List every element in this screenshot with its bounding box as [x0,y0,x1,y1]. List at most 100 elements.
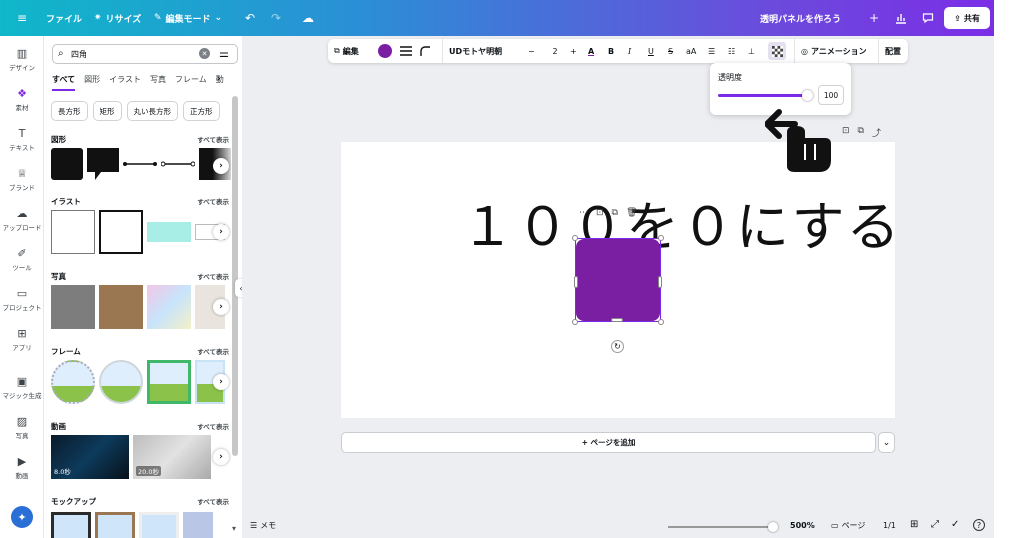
edit-button[interactable]: ⧉ 編集 [334,39,359,63]
rail-item-draw[interactable]: ✐ ツール [0,246,44,273]
rail-item-elements[interactable]: ❖ 素材 [0,86,44,113]
file-menu[interactable]: ファイル [46,0,82,36]
mockup-thumb[interactable] [183,512,213,538]
transparency-value-field[interactable]: 100 [818,85,844,105]
font-size-increase[interactable]: + [570,39,577,63]
headline-text[interactable]: １００を０にする [461,185,902,261]
shape-line-dot-thumb[interactable] [123,148,157,180]
font-size-field[interactable]: 2 [546,39,564,63]
rail-item-apps[interactable]: ⊞ アプリ [0,326,44,353]
photo-thumb[interactable] [51,285,95,329]
scroll-down-icon[interactable]: ▾ [232,524,236,533]
menu-icon[interactable]: ≡ [14,10,30,26]
animate-button[interactable]: ◎ アニメーション [794,39,867,63]
video-thumb[interactable]: 20.0秒 [133,435,211,479]
help-icon[interactable]: ? [973,519,985,531]
edit-mode-dropdown[interactable]: ✎ 編集モード ⌄ [154,0,222,36]
next-arrow-button[interactable]: › [213,158,229,174]
rail-item-uploads[interactable]: ☁ アップロード [0,206,44,233]
see-all-link[interactable]: すべて表示 [197,346,229,357]
see-all-link[interactable]: すべて表示 [197,271,229,282]
see-all-link[interactable]: すべて表示 [197,496,229,507]
photo-thumb[interactable] [99,285,143,329]
fill-color-swatch[interactable] [378,44,392,58]
document-title[interactable]: 透明パネルを作ろう [760,0,841,36]
illustration-thumb[interactable] [99,210,143,254]
border-style-icon[interactable] [400,39,412,63]
next-arrow-button[interactable]: › [213,449,229,465]
check-icon[interactable]: ✓ [951,519,959,530]
mockup-thumb[interactable] [95,512,135,538]
rail-item-photos[interactable]: ▨ 写真 [0,414,44,441]
mockup-thumb[interactable] [51,512,91,538]
rail-item-brand[interactable]: ♕ ブランド [0,166,44,193]
duplicate-icon[interactable]: ⧉ [612,208,618,218]
design-page[interactable]: １００を０にする ↻ ⋯ ⊡ ⧉ 🗑 [341,142,900,418]
resize-handle[interactable] [574,276,578,288]
page-add-icon[interactable]: ⤴ [872,126,881,139]
resize-handle[interactable] [658,276,662,288]
frame-thumb[interactable] [51,360,95,404]
strikethrough-icon[interactable]: S [668,39,673,63]
shape-line-open-dot-thumb[interactable] [161,148,195,180]
transparency-slider-thumb[interactable] [802,90,813,101]
rotate-icon[interactable]: ↻ [611,340,624,353]
rail-item-magic-media[interactable]: ▣ マジック生成 [0,374,44,401]
chip[interactable]: 丸い長方形 [126,101,178,121]
share-button[interactable]: ⇪ 共有 [944,7,990,29]
chip[interactable]: 矩形 [92,101,122,121]
rail-item-design[interactable]: ▥ デザイン [0,46,44,73]
filter-tab-illustrations[interactable]: イラスト [109,74,141,91]
resize-handle[interactable] [658,319,664,325]
see-all-link[interactable]: すべて表示 [197,196,229,207]
frame-thumb[interactable] [147,360,191,404]
plus-icon[interactable]: + [866,10,882,26]
text-color-icon[interactable]: A [588,39,594,63]
redo-icon[interactable]: ↷ [268,10,284,26]
resize-handle[interactable] [611,318,623,322]
illustration-thumb[interactable] [147,222,191,242]
transparency-slider[interactable] [718,90,813,101]
photo-thumb[interactable] [147,285,191,329]
chevron-right-icon[interactable]: › [217,74,221,84]
filter-tab-photos[interactable]: 写真 [150,74,166,91]
clear-icon[interactable]: ✕ [199,48,210,59]
rail-item-projects[interactable]: ▭ プロジェクト [0,286,44,313]
panel-scrollbar[interactable] [232,96,238,456]
page-lock-icon[interactable]: ⊡ [842,126,850,139]
cloud-sync-icon[interactable]: ☁ [300,10,316,26]
pages-button[interactable]: ▭ ページ [831,520,865,531]
spacing-icon[interactable]: ⊥ [748,39,755,63]
shape-square-thumb[interactable] [51,148,83,180]
next-arrow-button[interactable]: › [213,374,229,390]
zoom-slider-thumb[interactable] [768,522,778,532]
next-arrow-button[interactable]: › [213,299,229,315]
filter-tab-frames[interactable]: フレーム [175,74,207,91]
see-all-link[interactable]: すべて表示 [197,134,229,145]
undo-icon[interactable]: ↶ [242,10,258,26]
grid-view-icon[interactable]: ⊞ [910,519,918,530]
analytics-icon[interactable] [893,10,909,26]
illustration-thumb[interactable] [51,210,95,254]
resize-button[interactable]: ✷ リサイズ [94,0,141,36]
page-duplicate-icon[interactable]: ⧉ [858,126,864,139]
purple-square-shape[interactable] [576,239,660,321]
resize-handle[interactable] [658,235,664,241]
more-options-icon[interactable]: ⋯ [579,208,588,218]
filter-tab-all[interactable]: すべて [52,74,76,91]
rail-item-videos[interactable]: ▶ 動画 [0,454,44,481]
comment-icon[interactable] [920,10,936,26]
filter-icon[interactable]: ⚌ [219,47,229,60]
resize-handle[interactable] [572,235,578,241]
next-arrow-button[interactable]: › [213,224,229,240]
list-icon[interactable]: ☷ [728,39,735,63]
fullscreen-icon[interactable]: ⤢ [931,519,939,530]
filter-tab-shapes[interactable]: 図形 [84,74,100,91]
italic-icon[interactable]: I [628,39,631,63]
letter-case-icon[interactable]: aA [686,39,696,63]
chip[interactable]: 正方形 [183,101,220,121]
see-all-link[interactable]: すべて表示 [197,421,229,432]
add-page-button[interactable]: + ページを追加 [341,432,876,453]
zoom-value[interactable]: 500% [790,521,815,530]
magic-assistant-icon[interactable]: ✦ [11,506,33,528]
